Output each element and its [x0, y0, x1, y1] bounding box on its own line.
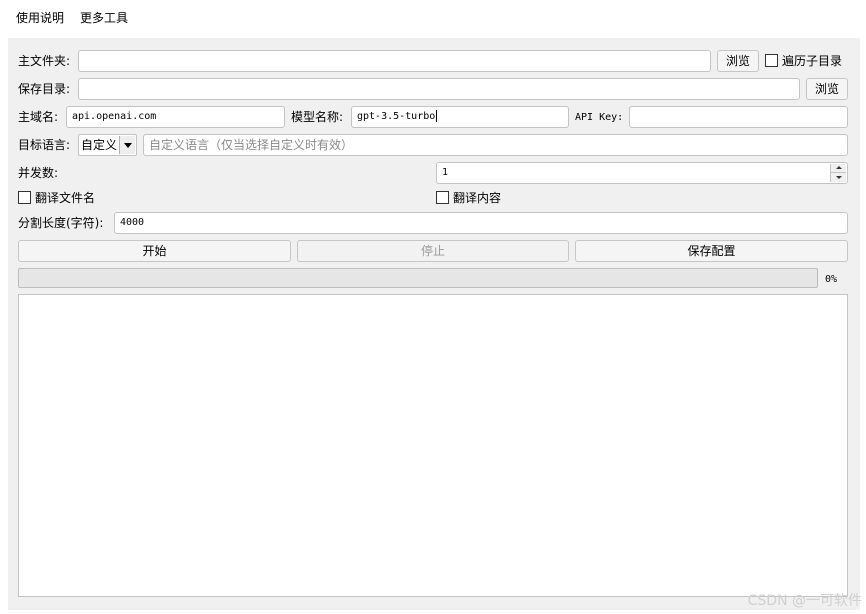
- traverse-subdirs-checkbox[interactable]: [765, 54, 778, 67]
- main-folder-label: 主文件夹:: [18, 54, 71, 68]
- menu-item-usage[interactable]: 使用说明: [16, 10, 64, 26]
- save-dir-browse-button[interactable]: 浏览: [806, 78, 848, 100]
- concurrency-value: 1: [442, 167, 449, 178]
- watermark: CSDN @一可软件: [747, 593, 862, 609]
- split-length-input[interactable]: 4000: [114, 212, 848, 234]
- domain-label: 主域名:: [18, 110, 59, 124]
- text-caret: [436, 110, 438, 122]
- custom-language-input[interactable]: 自定义语言（仅当选择自定义时有效）: [143, 134, 848, 156]
- menu-bar: 使用说明 更多工具: [0, 0, 866, 36]
- model-input[interactable]: gpt-3.5-turbo: [351, 106, 569, 128]
- concurrency-label: 并发数:: [18, 166, 59, 180]
- log-output[interactable]: [18, 294, 848, 597]
- translate-content-checkbox[interactable]: [436, 191, 449, 204]
- model-label: 模型名称:: [291, 110, 344, 124]
- stop-button[interactable]: 停止: [297, 240, 569, 262]
- translate-filename-checkbox[interactable]: [18, 191, 31, 204]
- save-dir-label: 保存目录:: [18, 82, 71, 96]
- target-language-label: 目标语言:: [18, 138, 71, 152]
- translate-filename-label: 翻译文件名: [35, 191, 96, 205]
- save-config-button[interactable]: 保存配置: [575, 240, 848, 262]
- api-key-input[interactable]: [629, 106, 848, 128]
- save-dir-input[interactable]: [78, 78, 800, 100]
- custom-language-placeholder: 自定义语言（仅当选择自定义时有效）: [149, 138, 354, 152]
- translate-content-label: 翻译内容: [453, 191, 502, 205]
- progress-bar: [18, 268, 818, 288]
- model-input-value: gpt-3.5-turbo: [357, 111, 436, 122]
- domain-input[interactable]: api.openai.com: [66, 106, 285, 128]
- main-folder-browse-button[interactable]: 浏览: [717, 50, 759, 72]
- target-language-selected: 自定义: [81, 138, 118, 152]
- chevron-down-icon[interactable]: [119, 136, 135, 154]
- concurrency-spinbox[interactable]: 1: [436, 162, 848, 184]
- main-folder-input[interactable]: [78, 50, 711, 72]
- spin-down-icon[interactable]: [830, 173, 846, 182]
- traverse-subdirs-label: 遍历子目录: [782, 54, 843, 68]
- split-length-label: 分割长度(字符):: [18, 216, 104, 230]
- spin-up-icon[interactable]: [830, 164, 846, 173]
- api-key-label: API Key:: [575, 112, 624, 123]
- menu-item-more-tools[interactable]: 更多工具: [80, 10, 128, 26]
- target-language-select[interactable]: 自定义: [78, 134, 137, 156]
- progress-percent: 0%: [825, 274, 838, 285]
- start-button[interactable]: 开始: [18, 240, 291, 262]
